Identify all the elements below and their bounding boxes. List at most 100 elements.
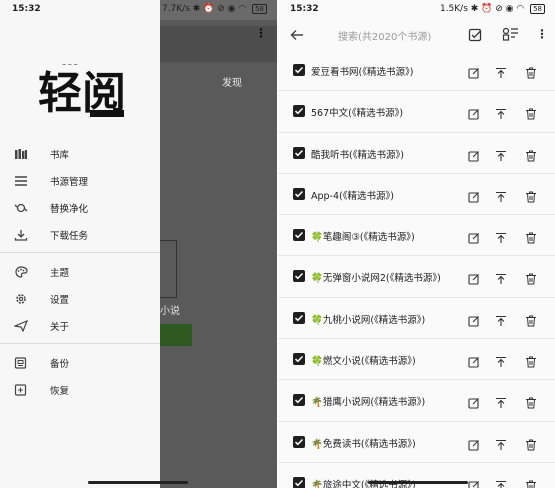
back-arrow-icon[interactable] [290, 27, 304, 46]
source-row[interactable]: 🌴免费读书(《精选书源》) [278, 422, 555, 463]
edit-icon[interactable] [468, 312, 480, 331]
tab-discover: 发现 [222, 78, 242, 89]
drawer-menu-item[interactable]: 替换净化 [0, 194, 160, 221]
list-icon [12, 174, 30, 188]
move-to-top-icon[interactable] [495, 188, 507, 207]
drawer-menu-item[interactable]: 关于 [0, 312, 160, 339]
delete-icon[interactable] [525, 229, 537, 248]
status-time: 15:32 [12, 4, 41, 14]
select-icon[interactable] [468, 27, 482, 46]
gesture-bar[interactable] [88, 481, 188, 484]
move-to-top-icon[interactable] [495, 229, 507, 248]
edit-icon[interactable] [468, 64, 480, 83]
edit-icon[interactable] [468, 105, 480, 124]
drawer-menu-item[interactable]: 设置 [0, 285, 160, 312]
status-bar: 15:32 7.7K/s ✱ ⏰ ⊘ ◉ ◠ 58 [0, 0, 277, 20]
palette-icon [12, 265, 30, 279]
enable-checkbox[interactable] [293, 435, 305, 448]
status-indicators: 7.7K/s ✱ ⏰ ⊘ ◉ ◠ 58 [162, 4, 267, 14]
delete-icon[interactable] [525, 477, 537, 488]
source-name: App-4(《精选书源》) [311, 190, 394, 202]
dimmed-background-app[interactable]: ⋮ 发现 小说 [160, 20, 277, 488]
app-logo: ~ ~ ~ 轻阅 [36, 54, 132, 120]
source-row[interactable]: 567中文(《精选书源》) [278, 91, 555, 133]
delete-icon[interactable] [525, 270, 537, 289]
drawer-menu-item[interactable]: 主题 [0, 258, 160, 285]
move-to-top-icon[interactable] [495, 394, 507, 413]
menu-divider [0, 343, 160, 344]
enable-checkbox[interactable] [293, 353, 305, 366]
edit-icon[interactable] [468, 147, 480, 166]
delete-icon[interactable] [525, 436, 537, 455]
gesture-bar[interactable] [368, 481, 468, 484]
more-icon: ⋮ [255, 26, 267, 40]
enable-checkbox[interactable] [293, 311, 305, 324]
battery-icon: 58 [252, 4, 267, 14]
move-to-top-icon[interactable] [495, 477, 507, 488]
enable-checkbox[interactable] [293, 476, 305, 488]
enable-checkbox[interactable] [293, 64, 305, 76]
more-options-icon[interactable]: ⋮ [536, 27, 548, 41]
drawer-menu-item[interactable]: 恢复 [0, 376, 160, 403]
delete-icon[interactable] [525, 64, 537, 83]
restore-icon [12, 383, 30, 397]
source-name: 酷我听书(《精选书源》) [311, 149, 404, 161]
battery-icon: 58 [530, 4, 545, 14]
delete-icon[interactable] [525, 188, 537, 207]
source-row[interactable]: App-4(《精选书源》) [278, 174, 555, 216]
source-row[interactable]: 爱豆看书网(《精选书源》) [278, 50, 555, 92]
drawer-menu-item[interactable]: 下载任务 [0, 221, 160, 248]
edit-icon[interactable] [468, 477, 480, 488]
edit-icon[interactable] [468, 353, 480, 372]
source-row[interactable]: 🍀九桃小说网(《精选书源》) [278, 298, 555, 340]
drawer-menu-label: 关于 [50, 321, 70, 333]
source-name: 567中文(《精选书源》) [311, 108, 404, 120]
enable-checkbox[interactable] [293, 105, 305, 118]
drawer-menu-label: 主题 [50, 267, 70, 279]
drawer-menu-label: 备份 [50, 358, 70, 370]
enable-checkbox[interactable] [293, 229, 305, 242]
source-row[interactable]: 🍀无弹窗小说网2(《精选书源》) [278, 256, 555, 298]
source-row[interactable]: 🍀燃文小说(《精选书源》) [278, 339, 555, 381]
drawer-menu-label: 设置 [50, 294, 70, 306]
edit-icon[interactable] [468, 188, 480, 207]
network-import-icon[interactable] [502, 26, 520, 45]
drawer-menu-item[interactable]: 书源管理 [0, 167, 160, 194]
move-to-top-icon[interactable] [495, 270, 507, 289]
left-phone-screen: 15:32 7.7K/s ✱ ⏰ ⊘ ◉ ◠ 58 ⋮ 发现 小说 ~ ~ ~ … [0, 0, 277, 488]
delete-icon[interactable] [525, 353, 537, 372]
delete-icon[interactable] [525, 312, 537, 331]
drawer-menu-item[interactable]: 书库 [0, 140, 160, 167]
enable-checkbox[interactable] [293, 187, 305, 200]
enable-checkbox[interactable] [293, 146, 305, 159]
move-to-top-icon[interactable] [495, 353, 507, 372]
delete-icon[interactable] [525, 394, 537, 413]
source-row[interactable]: 🌴旅途中文(《精选书源》) [278, 463, 555, 488]
move-to-top-icon[interactable] [495, 64, 507, 83]
source-row[interactable]: 🌴猎鹰小说网(《精选书源》) [278, 380, 555, 422]
source-row[interactable]: 🍀笔趣阁③(《精选书源》) [278, 215, 555, 257]
search-input[interactable]: 搜索(共2020个书源) [338, 28, 431, 43]
move-to-top-icon[interactable] [495, 436, 507, 455]
edit-icon[interactable] [468, 229, 480, 248]
edit-icon[interactable] [468, 394, 480, 413]
bookshelf-icon [12, 147, 30, 161]
move-to-top-icon[interactable] [495, 105, 507, 124]
delete-icon[interactable] [525, 147, 537, 166]
drawer-menu-label: 下载任务 [50, 230, 89, 242]
source-row[interactable]: 酷我听书(《精选书源》) [278, 133, 555, 174]
enable-checkbox[interactable] [293, 394, 305, 407]
network-speed: 1.5K/s [439, 4, 468, 14]
toolbar: 搜索(共2020个书源) ⋮ [278, 20, 555, 50]
edit-icon[interactable] [468, 436, 480, 455]
enable-checkbox[interactable] [293, 270, 305, 283]
status-indicators: 1.5K/s ✱ ⏰ ⊘ ◉ ◠ 58 [440, 4, 545, 14]
edit-icon[interactable] [468, 270, 480, 289]
move-to-top-icon[interactable] [495, 312, 507, 331]
status-bar: 15:32 1.5K/s ✱ ⏰ ⊘ ◉ ◠ 58 [278, 0, 555, 20]
drawer-menu-item[interactable]: 备份 [0, 349, 160, 376]
drawer-menu: 书库 书源管理 替换净化下载任务主题设置关于备份恢复 [0, 140, 160, 403]
source-name: 🍀无弹窗小说网2(《精选书源》) [311, 273, 441, 285]
delete-icon[interactable] [525, 105, 537, 124]
move-to-top-icon[interactable] [495, 147, 507, 166]
